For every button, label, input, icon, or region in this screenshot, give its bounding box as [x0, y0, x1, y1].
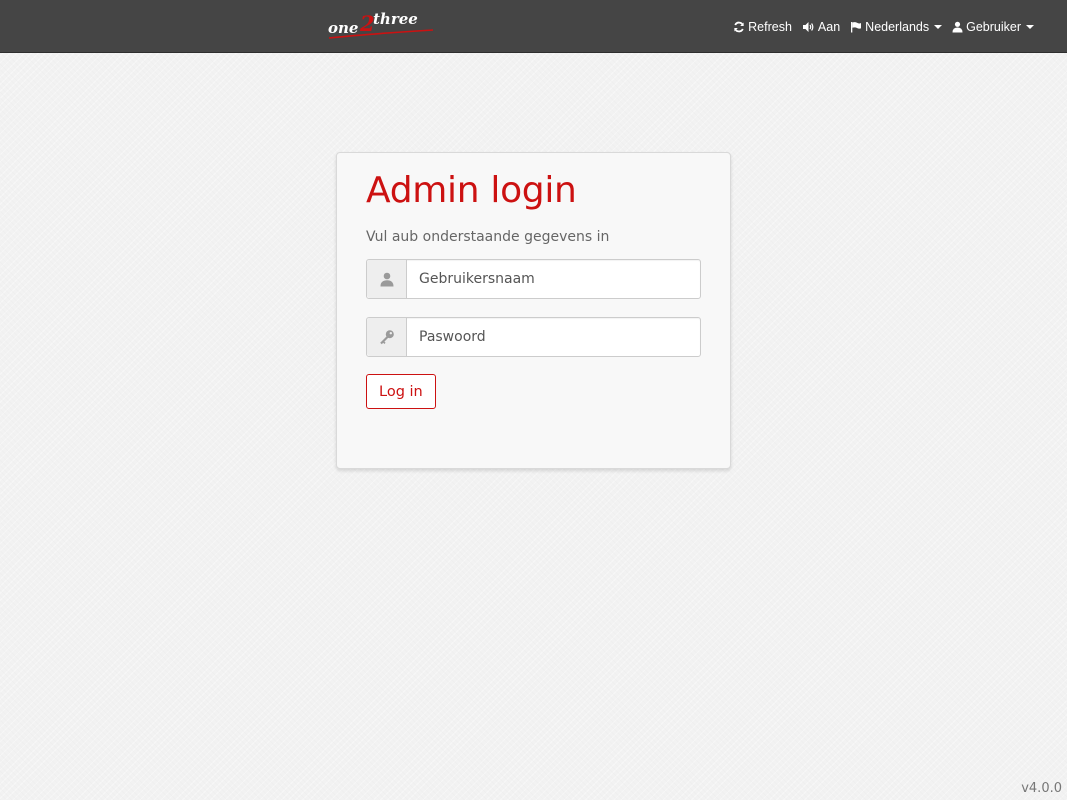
username-addon: [367, 260, 407, 298]
username-input[interactable]: [407, 260, 700, 298]
flag-icon: [851, 21, 862, 32]
brand-logo[interactable]: one 2 three: [327, 8, 439, 42]
chevron-down-icon: [1026, 25, 1034, 29]
nav-language-dropdown[interactable]: Nederlands: [850, 19, 943, 34]
version-label: v4.0.0: [1021, 781, 1062, 796]
volume-icon: [802, 21, 814, 32]
logo-text-one: one: [328, 19, 358, 37]
refresh-icon: [734, 21, 744, 32]
nav-language-label: Nederlands: [865, 19, 930, 34]
key-icon: [379, 330, 394, 345]
top-navbar: one 2 three Refresh Aan Nederlands Gebru…: [0, 0, 1067, 53]
password-input-group: [366, 317, 701, 357]
nav-refresh-label: Refresh: [748, 19, 792, 34]
user-icon: [380, 272, 393, 286]
nav-sound-label: Aan: [817, 19, 841, 34]
password-addon: [367, 318, 407, 356]
page-title: Admin login: [366, 170, 577, 211]
username-input-group: [366, 259, 701, 299]
navbar-right-menu: Refresh Aan Nederlands Gebruiker: [733, 0, 1034, 53]
nav-sound[interactable]: Aan: [802, 20, 840, 34]
nav-user-label: Gebruiker: [966, 19, 1021, 34]
nav-user-dropdown[interactable]: Gebruiker: [952, 20, 1034, 34]
logo-text-three: three: [373, 10, 418, 28]
login-instructions: Vul aub onderstaande gegevens in: [366, 229, 610, 245]
login-panel: Admin login Vul aub onderstaande gegeven…: [336, 152, 731, 469]
nav-refresh[interactable]: Refresh: [733, 20, 792, 34]
password-input[interactable]: [407, 318, 700, 356]
login-button[interactable]: Log in: [366, 374, 436, 409]
chevron-down-icon: [934, 25, 943, 29]
user-icon: [952, 21, 963, 32]
